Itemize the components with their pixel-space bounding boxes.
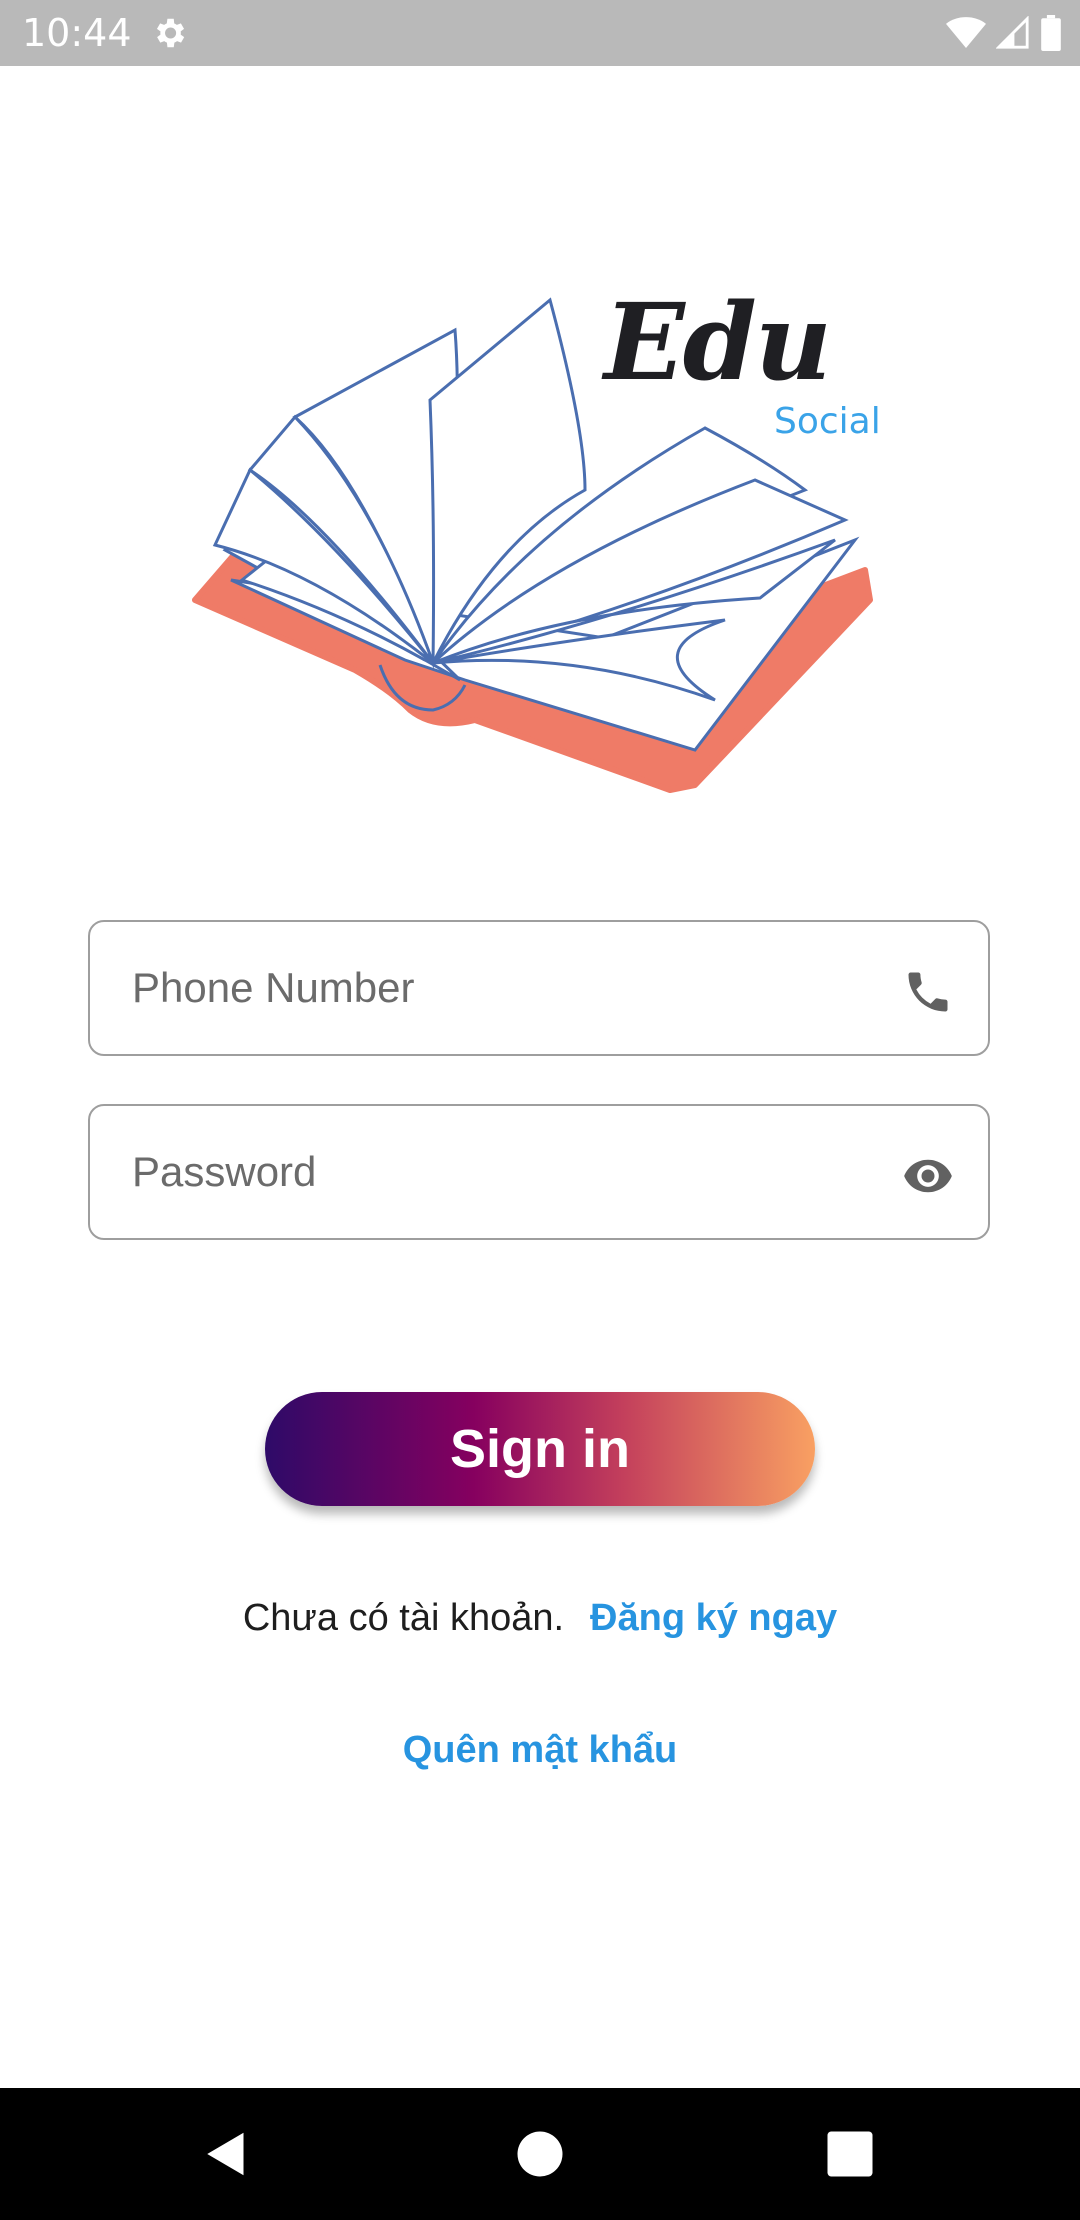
navigation-bar [0, 2088, 1080, 2220]
register-prompt: Chưa có tài khoản. [242, 1597, 565, 1639]
phone-input[interactable] [132, 922, 892, 1054]
register-row: Chưa có tài khoản. Đăng ký ngay [0, 1594, 1080, 1642]
status-bar: 10:44 [0, 0, 1080, 66]
password-input[interactable] [132, 1106, 892, 1238]
home-icon[interactable] [510, 2124, 570, 2184]
status-time: 10:44 [22, 11, 132, 55]
register-link[interactable]: Đăng ký ngay [590, 1597, 837, 1639]
forgot-password-link[interactable]: Quên mật khẩu [0, 1726, 1080, 1774]
battery-icon [1041, 15, 1061, 51]
recents-icon[interactable] [820, 2124, 880, 2184]
phone-icon [908, 972, 948, 1012]
logo-subtitle: Social [774, 401, 881, 442]
sign-in-button[interactable]: Sign in [265, 1392, 815, 1506]
password-field[interactable] [88, 1104, 990, 1240]
signal-icon [996, 16, 1029, 49]
phone-field[interactable] [88, 920, 990, 1056]
eye-icon[interactable] [902, 1150, 954, 1202]
back-icon[interactable] [196, 2124, 256, 2184]
wifi-icon [946, 17, 986, 48]
status-icons [946, 14, 1062, 52]
logo-title: Edu [604, 279, 832, 404]
settings-icon [156, 18, 185, 48]
